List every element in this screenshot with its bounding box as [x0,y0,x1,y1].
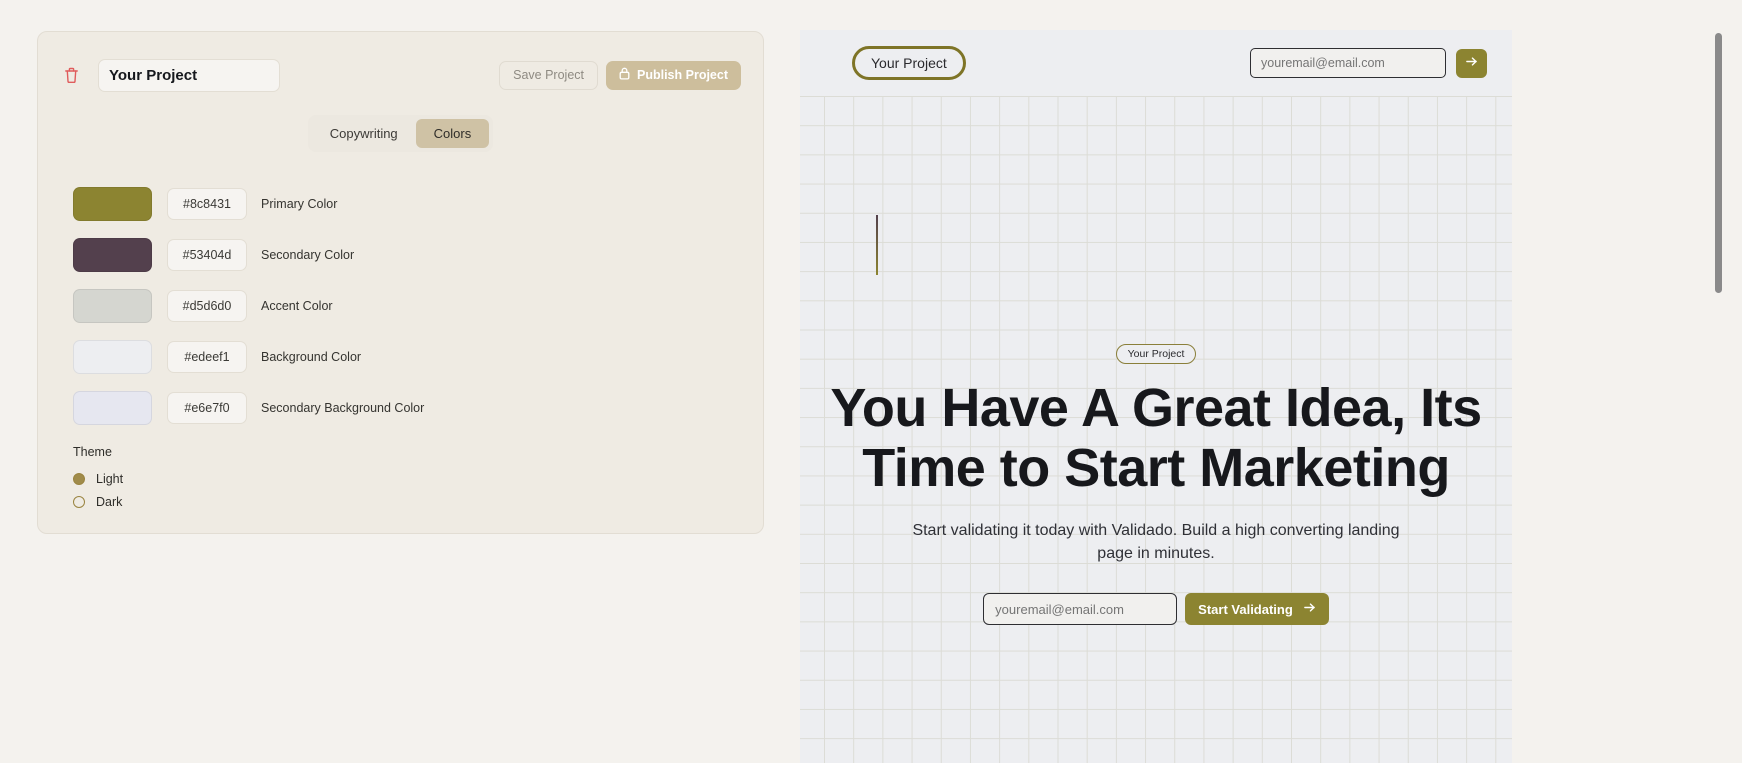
arrow-right-icon [1303,601,1316,617]
publish-button-label: Publish Project [637,68,728,82]
color-settings-list: Primary Color Secondary Color Accent Col… [38,178,763,433]
tab-copywriting[interactable]: Copywriting [312,119,416,148]
preview-navbar-actions [1250,48,1487,78]
hero-title: You Have A Great Idea, Its Time to Start… [830,378,1482,499]
hex-input-background[interactable] [167,340,247,373]
save-project-button[interactable]: Save Project [499,60,598,90]
navbar-email-input[interactable] [1250,48,1446,78]
color-row-background: Background Color [73,331,763,382]
color-swatch-accent[interactable] [73,288,152,323]
toolbar-actions: Save Project Publish Project [499,60,741,90]
trash-icon[interactable] [60,62,82,88]
color-swatch-secondary[interactable] [73,237,152,272]
editor-toolbar: Save Project Publish Project [38,32,763,94]
preview-scrollbar[interactable] [1715,30,1722,763]
hero-email-input[interactable] [983,593,1178,626]
color-label-secondary-background: Secondary Background Color [261,400,425,415]
publish-project-button[interactable]: Publish Project [606,60,741,90]
theme-option-dark[interactable]: Dark [73,490,763,513]
editor-panel: Save Project Publish Project Copy [0,0,800,763]
radio-light-icon [73,472,85,485]
hex-input-accent[interactable] [167,289,247,322]
hero-section: Your Project You Have A Great Idea, Its … [800,96,1512,626]
theme-dark-label: Dark [96,494,123,509]
editor-card: Save Project Publish Project Copy [37,31,764,534]
app-root: Save Project Publish Project Copy [0,0,1742,763]
hero-subtitle: Start validating it today with Validado.… [912,521,1400,563]
lock-icon [619,67,630,83]
color-swatch-background[interactable] [73,339,152,374]
color-label-accent: Accent Color [261,298,333,313]
start-validating-button[interactable]: Start Validating [1185,593,1329,626]
color-swatch-secondary-background[interactable] [73,390,152,425]
tab-colors[interactable]: Colors [415,119,490,148]
color-row-secondary: Secondary Color [73,229,763,280]
preview-navbar: Your Project [800,30,1512,96]
preview-scrollbar-thumb[interactable] [1715,33,1722,293]
theme-title: Theme [73,445,112,459]
navbar-submit-button[interactable] [1456,48,1487,78]
hero-badge[interactable]: Your Project [1115,344,1197,364]
hex-input-primary[interactable] [167,187,247,220]
color-label-secondary: Secondary Color [261,247,355,262]
theme-settings: Theme Light Dark [38,445,763,513]
color-label-background: Background Color [261,349,362,364]
hex-input-secondary[interactable] [167,238,247,271]
color-row-accent: Accent Color [73,280,763,331]
theme-option-light[interactable]: Light [73,467,763,490]
editor-tabs: Copywriting Colors [307,115,494,152]
preview-panel: Your Project Your Project [800,0,1742,763]
preview-brand-pill[interactable]: Your Project [852,46,966,80]
color-row-secondary-background: Secondary Background Color [73,382,763,433]
arrow-right-icon [1465,55,1478,71]
radio-dark-icon [73,495,85,508]
cta-button-label: Start Validating [1198,601,1293,617]
color-swatch-primary[interactable] [73,186,152,221]
theme-light-label: Light [96,471,124,486]
hex-input-secondary-background[interactable] [167,391,247,424]
tabs-row: Copywriting Colors [38,115,763,152]
landing-page-preview: Your Project Your Project [800,30,1512,763]
hero-cta-form: Start Validating [800,593,1512,626]
color-row-primary: Primary Color [73,178,763,229]
color-label-primary: Primary Color [261,196,338,211]
project-name-input[interactable] [98,58,280,92]
preview-grid-background: Your Project You Have A Great Idea, Its … [800,96,1512,763]
